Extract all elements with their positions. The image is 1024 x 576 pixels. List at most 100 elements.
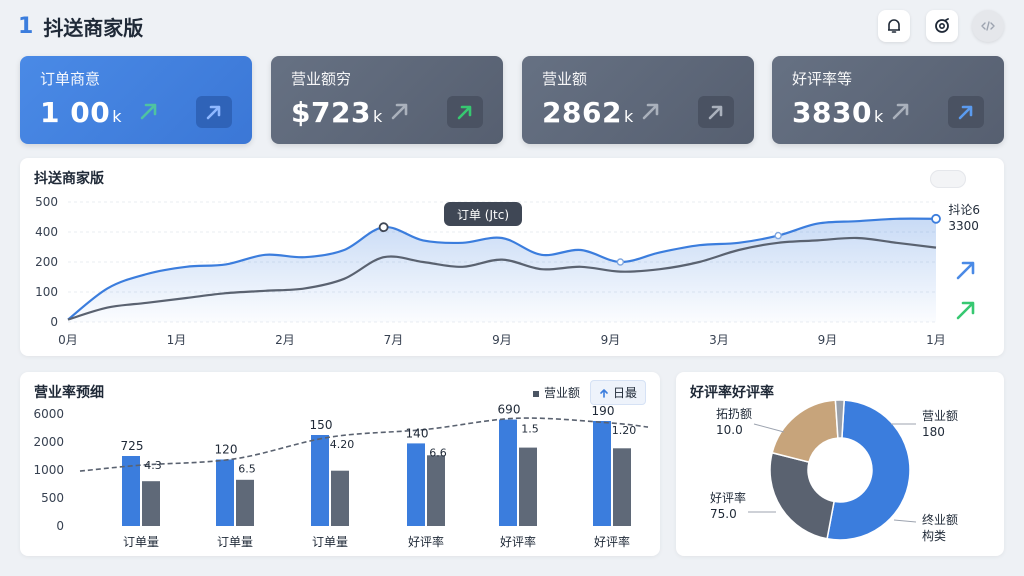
data-point-end[interactable] bbox=[931, 213, 941, 224]
label-leader bbox=[893, 519, 917, 523]
page-title: 抖送商家版 bbox=[43, 16, 144, 40]
x-tick-label: 3月 bbox=[709, 333, 729, 347]
arrow-up-right-icon bbox=[457, 105, 472, 120]
arrow-up-right-icon bbox=[958, 105, 973, 120]
trend-badge bbox=[447, 96, 483, 128]
bar-series-b[interactable] bbox=[142, 481, 160, 526]
y-tick-label: 100 bbox=[35, 285, 58, 299]
kpi-card-revenue[interactable]: 营业额穷 $723 k bbox=[271, 56, 503, 144]
line-legend: 抖论6 3300 bbox=[948, 202, 980, 234]
legend-value: 3300 bbox=[948, 219, 979, 233]
bar-label: 120 bbox=[215, 443, 238, 457]
kpi-label: 订单商意 bbox=[40, 70, 101, 88]
bar-series-a[interactable] bbox=[216, 459, 234, 527]
kpi-label: 营业额穷 bbox=[291, 70, 352, 88]
trend-up-icon bbox=[956, 261, 975, 280]
x-tick-label: 1月 bbox=[167, 333, 187, 347]
bar-series-b[interactable] bbox=[427, 455, 445, 526]
trend-up-icon bbox=[892, 103, 909, 120]
trend-badge bbox=[698, 96, 734, 128]
y-tick-label: 500 bbox=[35, 195, 58, 209]
bar-series-a[interactable] bbox=[407, 443, 425, 526]
y-tick-label: 6000 bbox=[33, 407, 64, 421]
pie-chart-panel: 好评率好评率 营业额 180 好评率 75.0 拓扔额 10.0 终业额 构类 bbox=[676, 372, 1004, 556]
trend-up-icon bbox=[140, 103, 157, 120]
y-tick-label: 1000 bbox=[33, 463, 64, 477]
line-chart: 0 100 200 400 500 0月 1月 2月 7月 9月 9月 3月 9月 1月 订单 (Jtc… bbox=[35, 195, 946, 347]
y-tick-label: 400 bbox=[35, 225, 58, 239]
brand-number: 1 bbox=[18, 14, 34, 39]
bar-label: 1.20 bbox=[612, 424, 637, 437]
kpi-card-orders[interactable]: 订单商意 1 00 k bbox=[20, 56, 252, 144]
x-tick-label: 订单量 bbox=[312, 535, 348, 549]
kpi-value: 1 00 k bbox=[40, 96, 122, 129]
donut-slice[interactable] bbox=[769, 451, 835, 540]
bar-series-b[interactable] bbox=[519, 447, 537, 526]
avatar-button[interactable] bbox=[972, 10, 1004, 42]
trend-line bbox=[79, 417, 649, 472]
data-point-highlight[interactable] bbox=[378, 222, 389, 233]
slice-label: 终业额 bbox=[922, 512, 958, 527]
x-tick-label: 0月 bbox=[58, 333, 78, 347]
bar-label: 140 bbox=[406, 426, 429, 440]
slice-label: 拓扔额 bbox=[716, 407, 752, 421]
legend-label: 抖论6 bbox=[948, 203, 980, 217]
bar-series-a[interactable] bbox=[499, 419, 517, 526]
kpi-value: 3830 k bbox=[792, 96, 884, 129]
label-leader bbox=[753, 423, 785, 433]
line-chart-panel: 抖送商家版 0 100 200 400 500 0月 1月 2月 7月 9月 9月 3月 9月 1月 订… bbox=[20, 158, 1004, 356]
settings-button[interactable] bbox=[926, 10, 958, 42]
notification-button[interactable] bbox=[878, 10, 910, 42]
x-tick-label: 9月 bbox=[818, 333, 838, 347]
bar-label: 4.20 bbox=[330, 438, 355, 451]
data-point[interactable] bbox=[616, 258, 625, 266]
bar-label: 150 bbox=[310, 418, 333, 432]
slice-value: 10.0 bbox=[716, 423, 743, 437]
bar-chart: 0500100020006000 7254.31206.51504.201406… bbox=[33, 403, 649, 549]
x-tick-label: 1月 bbox=[926, 333, 946, 347]
bar-label: 690 bbox=[498, 403, 521, 417]
donut-chart: 营业额 180 好评率 75.0 拓扔额 10.0 终业额构类 bbox=[710, 399, 958, 543]
slice-label: 好评率 bbox=[710, 490, 746, 505]
x-tick-label: 9月 bbox=[492, 333, 512, 347]
brand: 1 抖送商家版 bbox=[18, 12, 143, 41]
tooltip-text: 订单 (Jtc) bbox=[457, 208, 509, 222]
trend-up-icon bbox=[642, 103, 659, 120]
kpi-label: 营业额 bbox=[542, 70, 588, 88]
kpi-card-turnover[interactable]: 营业额 2862 k bbox=[522, 56, 754, 144]
x-tick-label: 2月 bbox=[275, 333, 295, 347]
bar-series-b[interactable] bbox=[236, 479, 254, 526]
bar-series-a[interactable] bbox=[311, 435, 329, 526]
header: 1 抖送商家版 bbox=[0, 0, 1024, 52]
x-tick-label: 订单量 bbox=[217, 535, 253, 549]
bar-series-b[interactable] bbox=[613, 448, 631, 526]
x-tick-label: 订单量 bbox=[123, 535, 159, 549]
code-icon bbox=[981, 21, 995, 31]
bar-series-a[interactable] bbox=[593, 421, 611, 526]
arrow-up-right-icon bbox=[206, 105, 221, 120]
bell-icon bbox=[888, 19, 900, 33]
x-tick-label: 9月 bbox=[601, 333, 621, 347]
slice-value: 75.0 bbox=[710, 507, 737, 521]
bar-label: 6.5 bbox=[238, 463, 256, 476]
x-tick-label: 7月 bbox=[384, 333, 404, 347]
tooltip: 订单 (Jtc) bbox=[444, 202, 522, 226]
data-point[interactable] bbox=[774, 231, 782, 240]
slice-label: 营业额 bbox=[922, 409, 958, 423]
bar-label: 1.5 bbox=[521, 423, 539, 436]
x-tick-label: 好评率 bbox=[594, 534, 630, 549]
series-area bbox=[68, 218, 936, 322]
bar-label: 190 bbox=[592, 404, 615, 418]
bar-label: 6.6 bbox=[429, 446, 447, 459]
x-tick-label: 好评率 bbox=[500, 534, 536, 549]
trend-badge bbox=[948, 96, 984, 128]
bar-series-b[interactable] bbox=[331, 470, 349, 526]
kpi-card-rating[interactable]: 好评率等 3830 k bbox=[772, 56, 1004, 144]
x-tick-label: 好评率 bbox=[408, 534, 444, 549]
trend-badge bbox=[196, 96, 232, 128]
y-tick-label: 200 bbox=[35, 255, 58, 269]
slice-value: 180 bbox=[922, 425, 945, 439]
y-tick-label: 0 bbox=[50, 315, 58, 329]
gear-icon bbox=[935, 18, 949, 33]
arrow-up-right-icon bbox=[708, 105, 723, 120]
